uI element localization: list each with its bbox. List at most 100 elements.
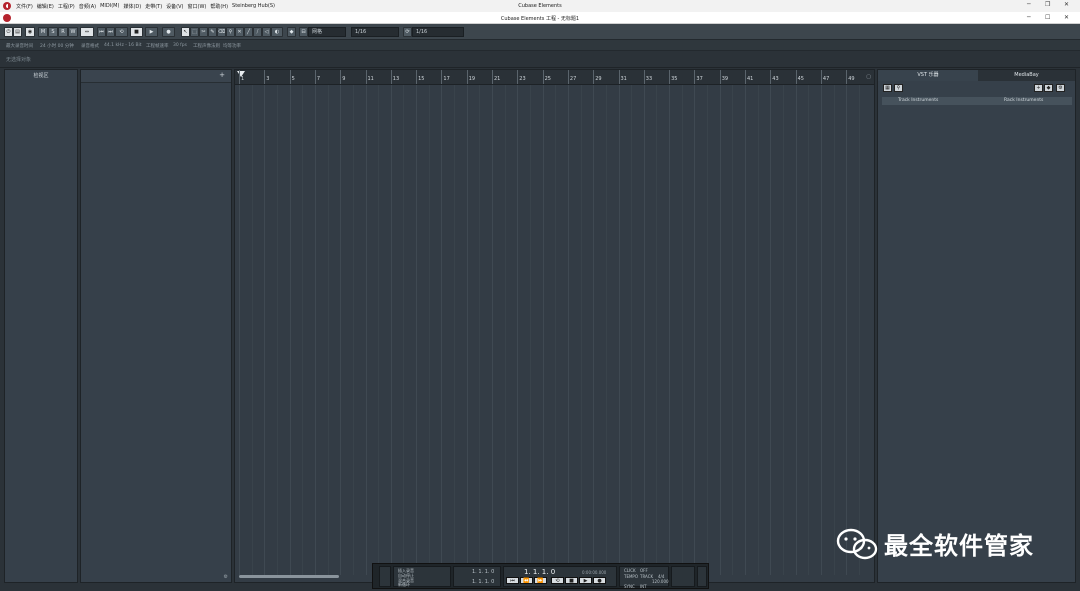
click-label[interactable]: CLICK <box>624 568 636 573</box>
pan-law-value[interactable]: 均等功率 <box>223 43 241 49</box>
go-to-end-icon[interactable]: ⏭ <box>106 27 115 37</box>
read-button[interactable]: R <box>58 27 68 37</box>
split-icon[interactable]: ✂ <box>199 27 208 37</box>
tempo-label[interactable]: TEMPO <box>624 574 638 579</box>
range-select-icon[interactable]: ⬚ <box>190 27 199 37</box>
timecode-display[interactable]: 0:00:00.000 <box>582 570 606 575</box>
zoom-icon[interactable]: ⚲ <box>226 27 235 37</box>
add-instrument-icon[interactable]: + <box>1034 84 1043 92</box>
close-icon[interactable]: ✕ <box>1064 1 1069 8</box>
write-button[interactable]: W <box>68 27 78 37</box>
cycle-icon[interactable]: ⟲ <box>115 27 128 37</box>
go-to-start-icon[interactable]: ⏮ <box>97 27 106 37</box>
record-icon[interactable]: ● <box>162 27 175 37</box>
menu-bar: 文件(F) 编辑(E) 工程(P) 音频(A) MIDI(M) 媒体(D) 走带… <box>0 0 1080 12</box>
grid-line <box>820 85 822 575</box>
fast-forward-icon[interactable]: ⏩ <box>534 577 547 584</box>
play-tool-icon[interactable]: ◁ <box>262 27 271 37</box>
snap-icon[interactable]: ⊟ <box>299 27 308 37</box>
rack-instruments-label[interactable]: Rack Instruments <box>1004 98 1043 103</box>
event-display[interactable]: 1 3 5 7 9 11 13 15 17 19 21 23 25 27 29 31 33 35 37 39 41 43 4… <box>234 69 875 583</box>
track-instruments-label[interactable]: Track Instruments <box>898 98 938 103</box>
mute-tool-icon[interactable]: ✕ <box>235 27 244 37</box>
tempo-value[interactable]: 120.000 <box>652 579 669 584</box>
grid-line <box>365 85 367 575</box>
object-select-icon[interactable]: ↖ <box>181 27 190 37</box>
grid-line <box>352 85 354 575</box>
snap-type-select[interactable]: 网格 <box>308 27 346 37</box>
locators-panel: 1. 1. 1. 0 1. 1. 1. 0 <box>453 566 501 587</box>
mute-button[interactable]: M <box>38 27 48 37</box>
transport-handle-right[interactable] <box>697 566 707 587</box>
grid-line <box>555 85 557 575</box>
ruler-tick: 3 <box>264 70 270 84</box>
right-locator[interactable]: 1. 1. 1. 0 <box>472 579 494 585</box>
settings-icon[interactable]: ⚙ <box>224 574 228 580</box>
minimize-icon[interactable]: ─ <box>1027 1 1031 8</box>
record-icon[interactable]: ● <box>593 577 606 584</box>
grid-line <box>264 85 266 575</box>
grid-line <box>833 85 835 575</box>
tab-mediabay[interactable]: MediaBay <box>978 70 1075 81</box>
draw-icon[interactable]: ✎ <box>208 27 217 37</box>
sync-label[interactable]: SYNC <box>624 584 635 589</box>
play-icon[interactable]: ▶ <box>145 27 158 37</box>
frame-rate-label: 工程帧速率 <box>146 44 169 49</box>
go-to-start-icon[interactable]: ⏮ <box>506 577 519 584</box>
horizontal-scrollbar[interactable] <box>239 575 339 578</box>
color-icon[interactable]: ◆ <box>287 27 296 37</box>
ruler-tick: 43 <box>770 70 779 84</box>
stop-icon[interactable]: ■ <box>130 27 143 37</box>
instrument-browser-icon[interactable]: ▦ <box>883 84 892 92</box>
main-position[interactable]: 1. 1. 1. 0 <box>524 568 555 576</box>
close-icon[interactable]: ✕ <box>1064 14 1069 21</box>
play-icon[interactable]: ▶ <box>579 577 592 584</box>
ruler-tick: 1 <box>238 70 245 84</box>
expand-icon[interactable]: ◆ <box>1044 84 1053 92</box>
grid-line <box>593 85 595 575</box>
restore-icon[interactable]: ❐ <box>1045 1 1050 8</box>
left-zone-icon[interactable]: ▤ <box>13 27 22 37</box>
transport-handle[interactable] <box>379 566 391 587</box>
constrain-delay-icon[interactable]: ◉ <box>25 27 35 37</box>
line-icon[interactable]: ╱ <box>244 27 253 37</box>
grid-line <box>441 85 443 575</box>
frame-rate-value[interactable]: 30 fps <box>173 43 187 48</box>
add-track-button[interactable]: + <box>219 71 225 79</box>
ruler[interactable]: 1 3 5 7 9 11 13 15 17 19 21 23 25 27 29 31 33 35 37 39 41 43 4… <box>235 70 874 85</box>
record-format-value[interactable]: 44.1 kHz - 16 Bit <box>104 43 142 48</box>
grid-line <box>276 85 278 575</box>
left-locator[interactable]: 1. 1. 1. 0 <box>472 569 494 575</box>
click-state[interactable]: OFF <box>640 568 648 573</box>
settings-gear-icon[interactable]: ⚙ <box>1056 84 1065 92</box>
speaker-icon[interactable]: ◐ <box>271 27 283 37</box>
ruler-tick: 23 <box>517 70 526 84</box>
cycle-mode-label[interactable]: 新循环 <box>398 582 410 588</box>
quantize-select[interactable]: 1/16 <box>351 27 399 37</box>
max-record-value[interactable]: 24 小时 00 分钟 <box>40 43 74 49</box>
stop-icon[interactable]: ■ <box>565 577 578 584</box>
search-icon[interactable]: ⚲ <box>894 84 903 92</box>
grid-line <box>694 85 696 575</box>
restore-icon[interactable]: ☐ <box>1045 14 1050 21</box>
solo-button[interactable]: S <box>48 27 58 37</box>
glue-icon[interactable]: ⧸ <box>253 27 262 37</box>
minimize-icon[interactable]: ─ <box>1027 14 1031 21</box>
tab-vst-instruments[interactable]: VST 乐器 <box>878 70 979 81</box>
quantize2-select[interactable]: 1/16 <box>412 27 464 37</box>
grid-line <box>529 85 531 575</box>
project-activate-icon[interactable]: ⏻ <box>4 27 13 37</box>
ruler-options-icon[interactable]: ▢ <box>866 74 871 80</box>
ruler-tick: 5 <box>289 70 295 84</box>
grid-line <box>631 85 633 575</box>
click-tempo-panel: CLICK OFF TEMPO TRACK 4/4 120.000 SYNC I… <box>619 566 669 589</box>
sync-state[interactable]: INT <box>640 584 647 589</box>
grid-line <box>782 85 784 575</box>
grid-line <box>707 85 709 575</box>
autoscroll-icon[interactable]: ⇔ <box>80 27 94 37</box>
rewind-icon[interactable]: ⏪ <box>520 577 533 584</box>
cycle-icon[interactable]: ⟲ <box>551 577 564 584</box>
grid-line <box>327 85 329 575</box>
erase-icon[interactable]: ⌫ <box>217 27 226 37</box>
quantize-apply-icon[interactable]: ⟳ <box>403 27 412 37</box>
